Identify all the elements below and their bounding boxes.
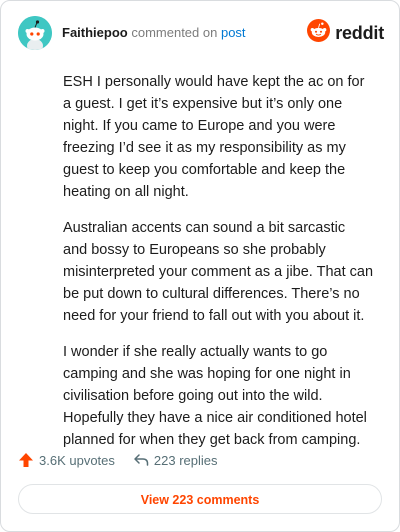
replies-count: 223 replies — [153, 452, 218, 468]
upvote-count: 3.6K upvotes — [39, 452, 115, 468]
snoo-avatar-icon[interactable] — [18, 16, 52, 50]
reddit-logo-icon — [307, 19, 331, 47]
comment-meta: Faithiepoo commented on post — [62, 25, 246, 41]
comment-actions: 3.6K upvotes 223 replies — [18, 450, 218, 470]
comment-body: ESH I personally would have kept the ac … — [63, 71, 373, 465]
comment-paragraph: ESH I personally would have kept the ac … — [63, 74, 365, 200]
upvote-button[interactable]: 3.6K upvotes — [18, 452, 115, 468]
comment-paragraph: I wonder if she really actually wants to… — [63, 344, 367, 448]
upvote-arrow-icon — [19, 453, 33, 467]
username-link[interactable]: Faithiepoo — [62, 25, 128, 40]
view-comments-button[interactable]: View 223 comments — [18, 484, 382, 514]
reddit-wordmark: reddit — [335, 22, 384, 43]
reddit-logo[interactable]: reddit — [307, 19, 384, 47]
replies-button[interactable]: 223 replies — [133, 452, 218, 468]
reply-arrow-icon — [134, 454, 149, 466]
post-link[interactable]: post — [221, 25, 246, 40]
comment-paragraph: Australian accents can sound a bit sarca… — [63, 220, 374, 324]
comment-card: Faithiepoo commented on post reddit ESH … — [0, 0, 400, 532]
comment-header: Faithiepoo commented on post reddit — [18, 16, 384, 50]
action-text: commented on — [131, 25, 218, 40]
